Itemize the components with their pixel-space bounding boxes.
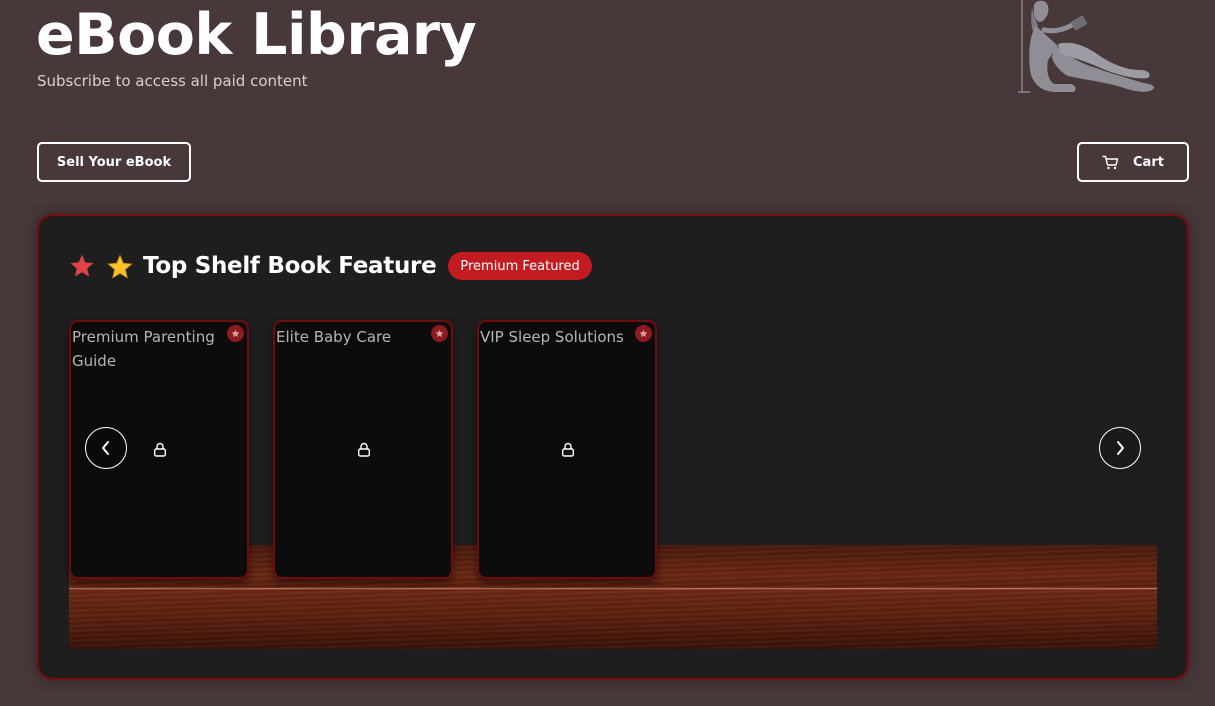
chevron-left-icon (102, 441, 109, 455)
star-icon (435, 329, 444, 338)
page-subtitle: Subscribe to access all paid content (37, 72, 308, 90)
book-card[interactable]: Elite Baby Care (273, 320, 453, 579)
star-icon (70, 254, 94, 277)
premium-star-badge (431, 325, 448, 342)
panel-header: Top Shelf Book Feature Premium Featured (69, 250, 592, 282)
book-card[interactable]: VIP Sleep Solutions (477, 320, 657, 579)
star-icon (639, 329, 648, 338)
panel-title: Top Shelf Book Feature (143, 253, 437, 279)
page-title: eBook Library (36, 2, 477, 68)
carousel-prev-button[interactable] (85, 427, 127, 469)
carousel-next-button[interactable] (1099, 427, 1141, 469)
lock-icon (154, 442, 167, 457)
cart-icon (1102, 155, 1119, 169)
book-title: Elite Baby Care (276, 328, 392, 346)
book-title: VIP Sleep Solutions (480, 328, 624, 346)
lock-icon (562, 442, 575, 457)
gold-star-icon (107, 254, 133, 279)
cart-label: Cart (1133, 154, 1164, 170)
premium-featured-badge: Premium Featured (448, 252, 592, 280)
sell-ebook-button[interactable]: Sell Your eBook (37, 142, 191, 182)
premium-star-badge (227, 325, 244, 342)
reading-woman-illustration (1018, 0, 1154, 93)
cart-button[interactable]: Cart (1077, 142, 1189, 182)
book-title: Premium Parenting Guide (72, 328, 215, 370)
premium-star-badge (635, 325, 652, 342)
lock-icon (358, 442, 371, 457)
chevron-right-icon (1117, 441, 1124, 455)
sell-ebook-label: Sell Your eBook (56, 154, 172, 170)
top-shelf-panel: Top Shelf Book Feature Premium Featured … (37, 214, 1189, 680)
star-icon (231, 329, 240, 338)
